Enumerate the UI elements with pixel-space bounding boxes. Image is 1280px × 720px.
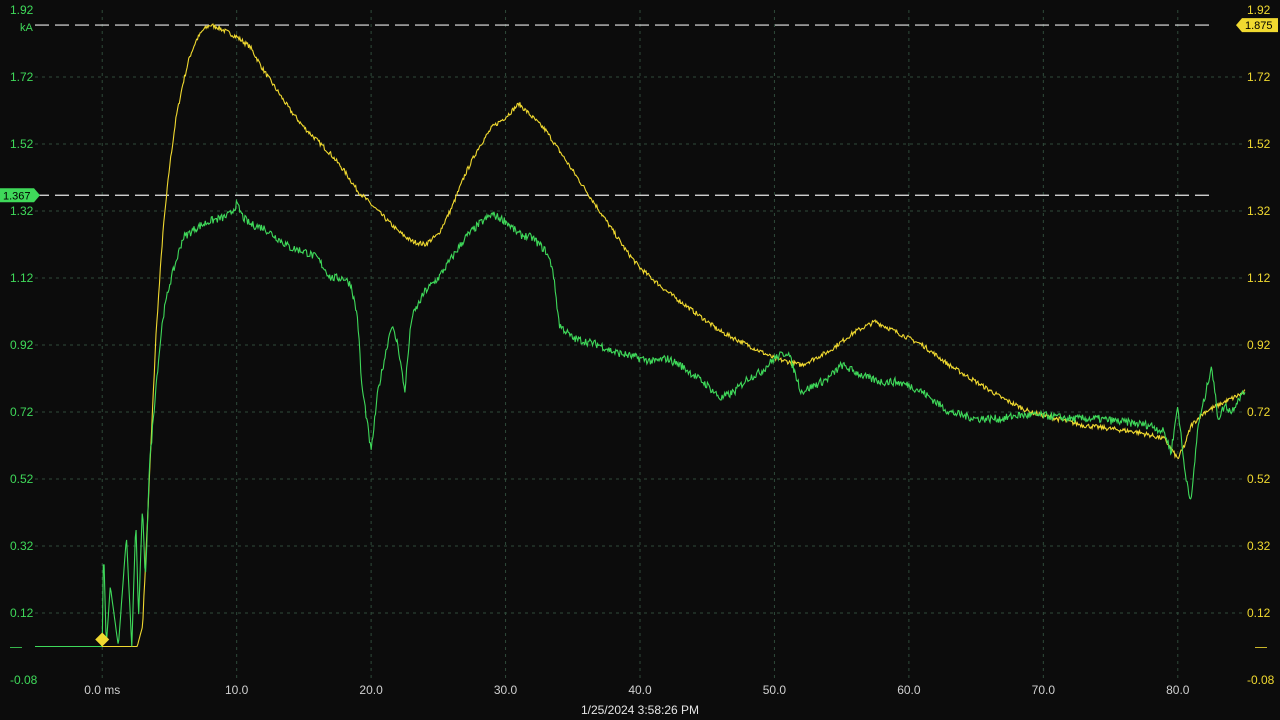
y-tick-label-right: 0.72 [1247,405,1271,419]
x-tick-label: 60.0 [897,683,921,697]
y-tick-label-left: 0.92 [10,338,34,352]
y-tick-label-left: 1.92 [10,3,34,17]
y-unit-label: kA [20,22,34,34]
y-tick-label-left: -0.08 [10,673,38,687]
cursor-value-label: 1.367 [3,190,31,202]
y-tick-label-left: 0.32 [10,539,34,553]
x-tick-label: 20.0 [359,683,383,697]
x-tick-label: 80.0 [1166,683,1190,697]
oscilloscope-chart: 1.875 1.367 -0.08 -0.08 0.12 0.12 0.32 0.32 0.5… [0,0,1280,720]
y-tick-label-left: 0.72 [10,405,34,419]
y-tick-label-right: 1.32 [1247,204,1271,218]
y-tick-label-left: 1.72 [10,70,34,84]
x-tick-label: 10.0 [225,683,249,697]
y-tick-label-left: 1.52 [10,137,34,151]
y-tick-label-right: 0.32 [1247,539,1271,553]
y-tick-label-left: 1.12 [10,271,34,285]
capture-timestamp: 1/25/2024 3:58:26 PM [581,703,699,717]
x-tick-label: 50.0 [763,683,787,697]
x-tick-label: 70.0 [1032,683,1056,697]
y-tick-label-left: 0.52 [10,472,34,486]
y-tick-label-right: 1.52 [1247,137,1271,151]
cursor-value-label: 1.875 [1245,20,1273,32]
y-tick-label-right: 1.12 [1247,271,1271,285]
y-tick-label-right: 0.92 [1247,338,1271,352]
y-tick-label-left: 0.12 [10,606,34,620]
zero-tick-label-right: — [1255,640,1267,654]
y-tick-label-right: 1.92 [1247,3,1271,17]
y-tick-label-right: 0.12 [1247,606,1271,620]
x-tick-label: 40.0 [628,683,652,697]
y-tick-label-right: 1.72 [1247,70,1271,84]
y-tick-label-right: -0.08 [1247,673,1275,687]
y-tick-label-left: 1.32 [10,204,34,218]
x-tick-label: 30.0 [494,683,518,697]
y-tick-label-right: 0.52 [1247,472,1271,486]
zero-tick-label-left: — [10,640,22,654]
x-tick-label: 0.0 ms [84,683,120,697]
